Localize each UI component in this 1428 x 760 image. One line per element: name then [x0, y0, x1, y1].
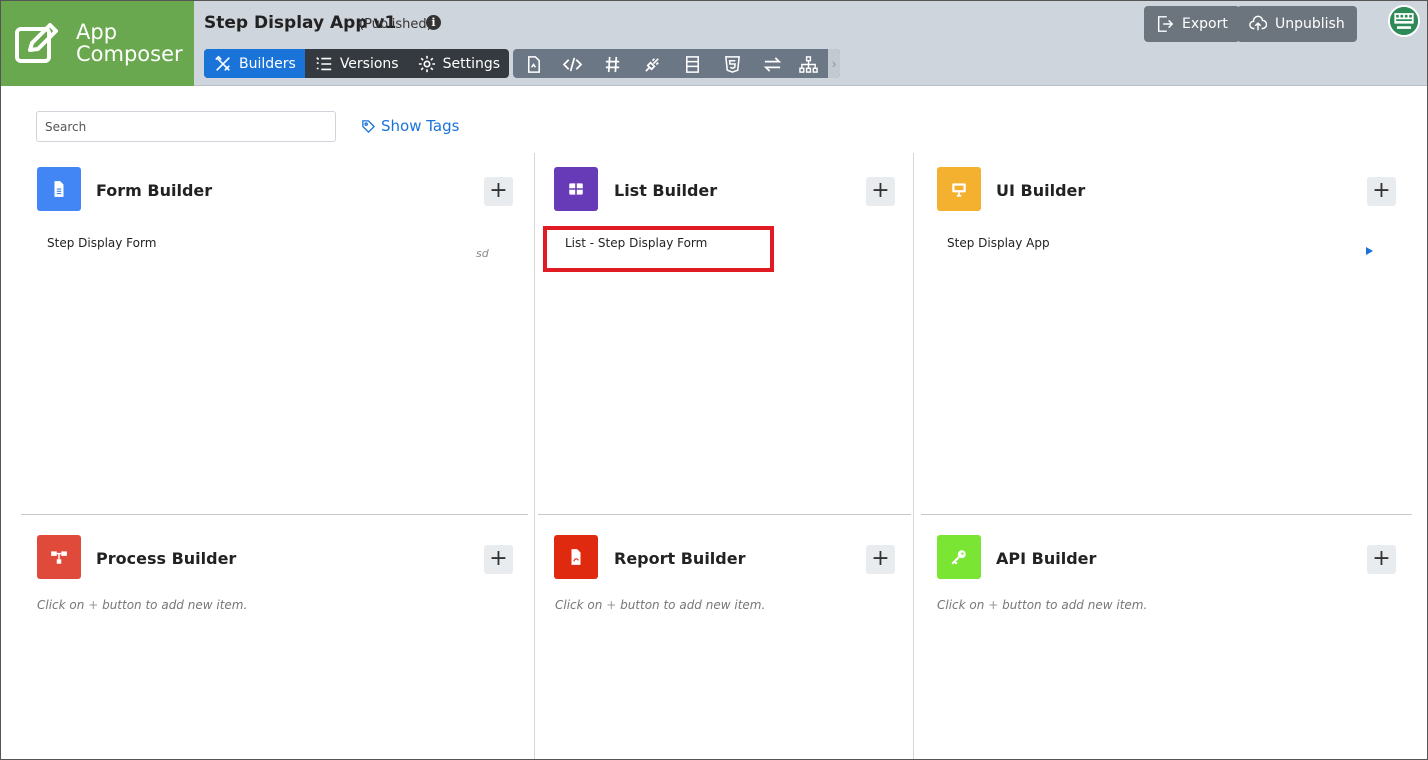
- hint-text: button to add new item.: [102, 598, 248, 612]
- cloud-upload-icon: [1249, 15, 1267, 31]
- plug-icon: [644, 57, 659, 72]
- form-builder-title: Form Builder: [96, 181, 213, 200]
- tab-versions[interactable]: Versions: [305, 49, 408, 78]
- app-composer-logo[interactable]: App Composer: [0, 0, 194, 86]
- show-tags-label: Show Tags: [381, 117, 460, 135]
- app-status: (Published): [359, 17, 432, 32]
- unpublish-button[interactable]: Unpublish: [1237, 6, 1357, 42]
- tool-strip-scroll-right[interactable]: ›: [828, 49, 840, 78]
- gear-icon: [418, 55, 435, 72]
- desktop-icon: [952, 183, 966, 197]
- file-pdf-icon: [571, 549, 581, 565]
- hash-icon: [605, 56, 619, 72]
- process-builder-title: Process Builder: [96, 549, 237, 568]
- file-icon: [527, 55, 540, 73]
- api-builder-icon: [937, 535, 981, 579]
- hint-text: button to add new item.: [1002, 598, 1148, 612]
- builders-icon: [215, 55, 230, 71]
- table-tool[interactable]: [681, 53, 703, 75]
- api-empty-hint: Click on + button to add new item.: [937, 598, 1147, 612]
- report-empty-hint: Click on + button to add new item.: [555, 598, 765, 612]
- report-builder-icon: [554, 535, 598, 579]
- row-divider-3: [921, 514, 1412, 515]
- export-icon: [1157, 16, 1174, 32]
- avatar-image: [1390, 7, 1418, 35]
- user-avatar[interactable]: [1388, 5, 1420, 37]
- exchange-tool[interactable]: [761, 53, 783, 75]
- exchange-icon: [763, 56, 781, 72]
- hint-text: Click on: [555, 598, 603, 612]
- plug-tool[interactable]: [641, 53, 663, 75]
- column-divider-2: [913, 153, 914, 760]
- file-tool[interactable]: [522, 53, 544, 75]
- tab-settings-label: Settings: [442, 55, 501, 72]
- list-builder-add-button[interactable]: +: [866, 177, 895, 206]
- process-builder-add-button[interactable]: +: [484, 545, 513, 574]
- list-icon: [316, 56, 332, 70]
- edit-icon: [15, 23, 58, 63]
- api-builder-title: API Builder: [996, 549, 1097, 568]
- brand-name: App Composer: [76, 21, 183, 65]
- hash-tool[interactable]: [601, 53, 623, 75]
- form-item-tag: sd: [476, 247, 489, 260]
- plus-icon: +: [606, 598, 617, 612]
- hint-text: Click on: [37, 598, 85, 612]
- api-builder-add-button[interactable]: +: [1367, 545, 1396, 574]
- html5-tool[interactable]: [721, 53, 743, 75]
- tab-settings[interactable]: Settings: [408, 49, 509, 78]
- ui-builder-icon: [937, 167, 981, 211]
- tag-icon: [362, 119, 376, 133]
- play-icon[interactable]: [1366, 247, 1373, 255]
- key-icon: [951, 550, 966, 565]
- table-icon: [685, 55, 699, 73]
- ui-builder-title: UI Builder: [996, 181, 1086, 200]
- html5-icon: [724, 55, 740, 73]
- ui-item-step-display-app[interactable]: Step Display App: [947, 236, 1050, 250]
- column-divider-1: [534, 153, 535, 760]
- report-builder-add-button[interactable]: +: [866, 545, 895, 574]
- row-divider-1: [21, 514, 528, 515]
- table-icon: [569, 183, 583, 195]
- hint-text: Click on: [937, 598, 985, 612]
- row-divider-2: [538, 514, 911, 515]
- form-builder-icon: [37, 167, 81, 211]
- list-builder-icon: [554, 167, 598, 211]
- tab-builders-label: Builders: [239, 55, 296, 72]
- sitemap-icon: [798, 55, 818, 73]
- brand-line1: App: [76, 20, 118, 44]
- brand-line2: Composer: [76, 42, 183, 66]
- file-icon: [54, 181, 64, 197]
- form-builder-add-button[interactable]: +: [484, 177, 513, 206]
- list-builder-title: List Builder: [614, 181, 718, 200]
- top-bar: App Composer Step Display App v1 (Publis…: [0, 0, 1428, 86]
- plus-icon: +: [988, 598, 999, 612]
- info-icon[interactable]: i: [426, 15, 441, 30]
- process-builder-icon: [37, 535, 81, 579]
- form-item-step-display-form[interactable]: Step Display Form: [47, 236, 156, 250]
- ui-builder-add-button[interactable]: +: [1367, 177, 1396, 206]
- code-tool[interactable]: [561, 53, 583, 75]
- unpublish-label: Unpublish: [1275, 16, 1345, 32]
- tab-builders[interactable]: Builders: [204, 49, 305, 78]
- process-empty-hint: Click on + button to add new item.: [37, 598, 247, 612]
- sitemap-tool[interactable]: [797, 53, 819, 75]
- tool-strip: ›: [513, 49, 840, 78]
- process-icon: [51, 551, 67, 564]
- tab-versions-label: Versions: [339, 55, 399, 72]
- report-builder-title: Report Builder: [614, 549, 746, 568]
- export-button[interactable]: Export: [1144, 6, 1240, 42]
- export-label: Export: [1182, 16, 1228, 32]
- hint-text: button to add new item.: [620, 598, 766, 612]
- plus-icon: +: [88, 598, 99, 612]
- code-icon: [562, 57, 582, 71]
- highlight-box: [543, 226, 774, 272]
- show-tags-link[interactable]: Show Tags: [361, 117, 459, 135]
- search-input[interactable]: [36, 111, 336, 142]
- nav-tabs: Builders Versions Settings: [204, 49, 510, 78]
